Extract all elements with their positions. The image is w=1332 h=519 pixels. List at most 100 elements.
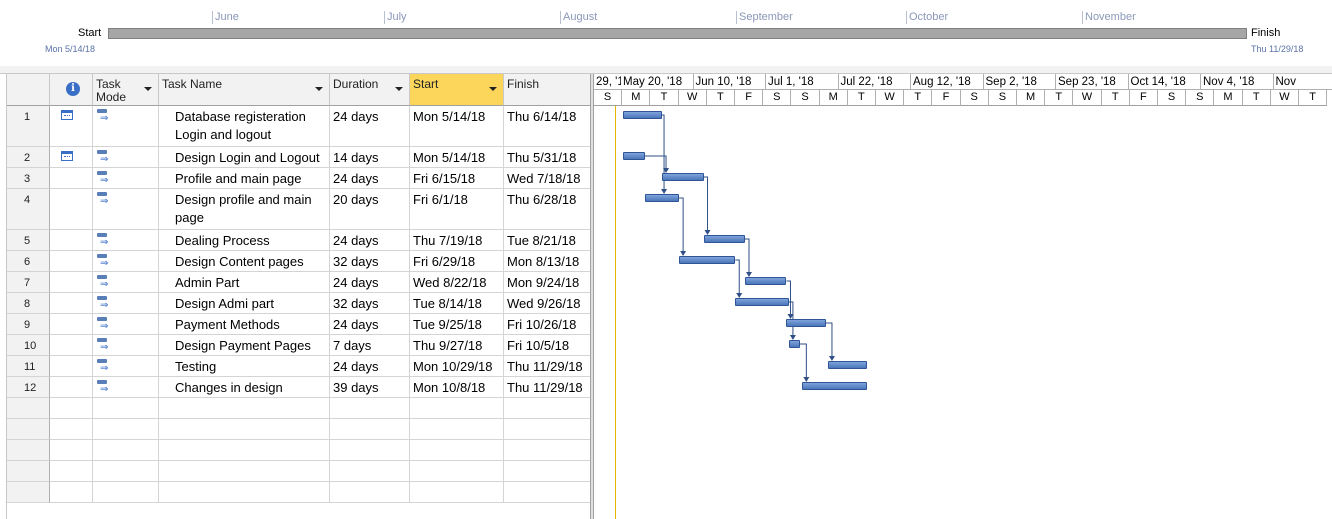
chevron-down-icon[interactable] [144,87,152,91]
task-row[interactable]: 2 ⇒ Design Login and Logout 14 days Mon 5/14… [7,147,591,168]
duration-cell[interactable] [330,482,410,503]
row-id-cell[interactable]: 11 [7,356,50,377]
header-indicators[interactable]: i [50,74,93,106]
task-name-cell[interactable]: Profile and main page [159,168,330,189]
indicator-cell[interactable] [50,356,93,377]
task-name-cell[interactable] [159,461,330,482]
finish-cell[interactable] [504,440,591,461]
empty-row[interactable] [7,440,591,461]
task-name-cell[interactable]: Design Login and Logout [159,147,330,168]
indicator-cell[interactable] [50,440,93,461]
duration-cell[interactable]: 24 days [330,314,410,335]
empty-row[interactable] [7,419,591,440]
task-row[interactable]: 7 ⇒ Admin Part 24 days Wed 8/22/18 Mon 9/24/1… [7,272,591,293]
start-cell[interactable]: Wed 8/22/18 [410,272,504,293]
task-row[interactable]: 1 ⇒ Database registeration Login and logou… [7,106,591,147]
gantt-bar[interactable] [623,152,645,160]
header-start[interactable]: Start [410,74,504,106]
task-name-cell[interactable]: Testing [159,356,330,377]
task-name-cell[interactable] [159,419,330,440]
row-id-cell[interactable]: 5 [7,230,50,251]
finish-cell[interactable]: Thu 11/29/18 [504,356,591,377]
gantt-bar[interactable] [745,277,787,285]
task-mode-cell[interactable]: ⇒ [93,147,159,168]
gantt-bar[interactable] [644,194,680,202]
row-id-cell[interactable] [7,419,50,440]
start-cell[interactable]: Mon 5/14/18 [410,106,504,147]
indicator-cell[interactable] [50,168,93,189]
header-task-mode[interactable]: Task Mode [93,74,159,106]
task-name-cell[interactable]: Payment Methods [159,314,330,335]
finish-cell[interactable]: Wed 7/18/18 [504,168,591,189]
task-mode-cell[interactable]: ⇒ [93,272,159,293]
duration-cell[interactable]: 24 days [330,106,410,147]
task-name-cell[interactable] [159,482,330,503]
task-name-cell[interactable]: Database registeration Login and logout [159,106,330,147]
duration-cell[interactable]: 24 days [330,168,410,189]
duration-cell[interactable] [330,461,410,482]
chevron-down-icon[interactable] [489,87,497,91]
finish-cell[interactable] [504,398,591,419]
indicator-cell[interactable] [50,335,93,356]
finish-cell[interactable]: Fri 10/26/18 [504,314,591,335]
duration-cell[interactable]: 39 days [330,377,410,398]
gantt-bar[interactable] [827,361,867,369]
duration-cell[interactable]: 20 days [330,189,410,230]
start-cell[interactable] [410,440,504,461]
indicator-cell[interactable] [50,398,93,419]
duration-cell[interactable] [330,398,410,419]
finish-cell[interactable] [504,419,591,440]
finish-cell[interactable]: Tue 8/21/18 [504,230,591,251]
start-cell[interactable]: Mon 5/14/18 [410,147,504,168]
task-name-cell[interactable]: Admin Part [159,272,330,293]
task-mode-cell[interactable] [93,482,159,503]
gantt-bar[interactable] [623,111,663,119]
indicator-cell[interactable] [50,419,93,440]
row-id-cell[interactable]: 9 [7,314,50,335]
start-cell[interactable]: Fri 6/29/18 [410,251,504,272]
task-mode-cell[interactable]: ⇒ [93,189,159,230]
indicator-cell[interactable] [50,482,93,503]
row-id-cell[interactable]: 2 [7,147,50,168]
task-mode-cell[interactable]: ⇒ [93,314,159,335]
task-row[interactable]: 10 ⇒ Design Payment Pages 7 days Thu 9/27/18… [7,335,591,356]
start-cell[interactable] [410,419,504,440]
start-cell[interactable]: Tue 9/25/18 [410,314,504,335]
row-id-cell[interactable] [7,398,50,419]
row-id-cell[interactable]: 3 [7,168,50,189]
task-name-cell[interactable]: Design Admi part [159,293,330,314]
gantt-bar[interactable] [662,173,704,181]
header-task-name[interactable]: Task Name [159,74,330,106]
task-mode-cell[interactable]: ⇒ [93,293,159,314]
start-cell[interactable]: Fri 6/15/18 [410,168,504,189]
task-mode-cell[interactable]: ⇒ [93,356,159,377]
task-mode-cell[interactable]: ⇒ [93,168,159,189]
header-finish[interactable]: Finish [504,74,591,106]
finish-cell[interactable]: Thu 11/29/18 [504,377,591,398]
header-select-all[interactable] [7,74,50,106]
finish-cell[interactable] [504,482,591,503]
task-name-cell[interactable]: Design Payment Pages [159,335,330,356]
duration-cell[interactable]: 32 days [330,251,410,272]
indicator-cell[interactable] [50,106,93,147]
indicator-cell[interactable] [50,293,93,314]
indicator-cell[interactable] [50,251,93,272]
duration-cell[interactable]: 24 days [330,230,410,251]
task-row[interactable]: 4 ⇒ Design profile and main page 20 days Fri… [7,189,591,230]
timeline-bar[interactable] [108,28,1247,39]
task-row[interactable]: 12 ⇒ Changes in design 39 days Mon 10/8/18 Th… [7,377,591,398]
chevron-down-icon[interactable] [395,87,403,91]
start-cell[interactable] [410,461,504,482]
start-cell[interactable] [410,482,504,503]
indicator-cell[interactable] [50,314,93,335]
finish-cell[interactable]: Thu 5/31/18 [504,147,591,168]
header-duration[interactable]: Duration [330,74,410,106]
start-cell[interactable]: Fri 6/1/18 [410,189,504,230]
task-mode-cell[interactable]: ⇒ [93,106,159,147]
indicator-cell[interactable] [50,272,93,293]
timeline-divider[interactable] [0,66,1332,74]
finish-cell[interactable]: Thu 6/14/18 [504,106,591,147]
row-id-cell[interactable] [7,482,50,503]
empty-row[interactable] [7,398,591,419]
task-mode-cell[interactable] [93,398,159,419]
